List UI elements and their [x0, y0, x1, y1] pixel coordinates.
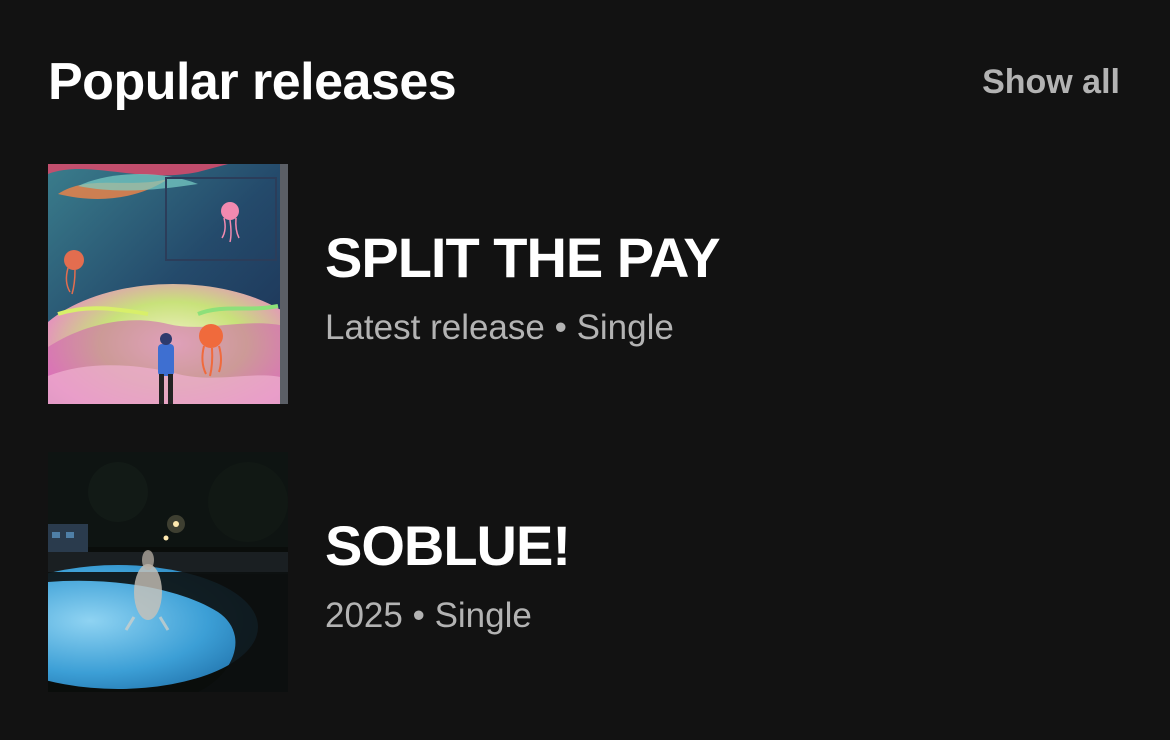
release-subtitle: 2025 • Single — [325, 595, 532, 635]
album-cover-split-the-pay[interactable] — [48, 164, 288, 404]
night-pool-image — [48, 452, 288, 692]
release-meta: SOBLUE! 2025 • Single — [325, 512, 571, 635]
section-title: Popular releases — [48, 53, 457, 111]
release-subtitle: Latest release • Single — [325, 307, 674, 347]
show-all-link[interactable]: Show all — [982, 63, 1120, 102]
release-item-soblue[interactable]: SOBLUE! 2025 • Single — [48, 452, 1122, 692]
release-list: SPLIT THE PAY Latest release • Single SO… — [48, 164, 1122, 740]
release-title: SOBLUE! — [325, 513, 571, 577]
album-cover-soblue[interactable] — [48, 452, 288, 692]
release-item-split-the-pay[interactable]: SPLIT THE PAY Latest release • Single — [48, 164, 1122, 404]
section-header: Popular releases Show all — [48, 50, 1122, 114]
release-title: SPLIT THE PAY — [325, 225, 721, 289]
release-meta: SPLIT THE PAY Latest release • Single — [325, 224, 721, 347]
mural-artwork-image — [48, 164, 288, 404]
